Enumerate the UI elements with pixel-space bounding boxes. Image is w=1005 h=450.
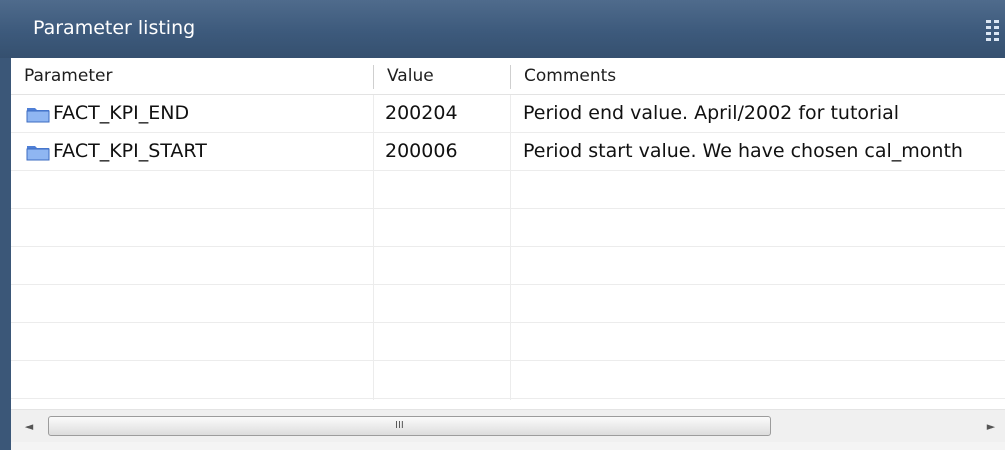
grid-header: Parameter Value Comments <box>11 58 1005 95</box>
horizontal-scrollbar[interactable]: ◄ III ► <box>11 409 1005 442</box>
parameter-value: 200204 <box>385 102 458 124</box>
column-header-parameter[interactable]: Parameter <box>11 58 373 94</box>
column-header-value[interactable]: Value <box>374 58 510 94</box>
parameter-name: FACT_KPI_START <box>53 140 207 162</box>
folder-icon <box>26 146 50 161</box>
folder-icon <box>26 108 50 123</box>
empty-row <box>11 323 1005 361</box>
empty-row <box>11 171 1005 209</box>
column-header-comments[interactable]: Comments <box>511 58 1005 94</box>
table-row[interactable]: FACT_KPI_START 200006 Period start value… <box>11 133 1005 171</box>
parameter-grid: Parameter Value Comments FACT_KPI_END 20… <box>11 58 1005 450</box>
window-title: Parameter listing <box>33 17 196 39</box>
empty-row <box>11 361 1005 399</box>
empty-row <box>11 285 1005 323</box>
table-row[interactable]: FACT_KPI_END 200204 Period end value. Ap… <box>11 95 1005 133</box>
parameter-comment: Period end value. April/2002 for tutoria… <box>523 102 900 124</box>
parameter-listing-window: Parameter listing Parameter Value Commen… <box>0 0 1005 450</box>
parameter-name: FACT_KPI_END <box>53 102 190 124</box>
bottom-strip <box>11 442 1005 450</box>
scrollbar-grip: III <box>395 420 404 431</box>
parameter-value: 200006 <box>385 140 458 162</box>
panel-grip-icon[interactable] <box>986 20 1000 46</box>
titlebar: Parameter listing <box>0 0 1005 58</box>
scroll-left-button[interactable]: ◄ <box>15 410 43 443</box>
parameter-comment: Period start value. We have chosen cal_m… <box>523 140 963 162</box>
scroll-right-button[interactable]: ► <box>977 410 1005 443</box>
empty-row <box>11 247 1005 285</box>
empty-row <box>11 209 1005 247</box>
scrollbar-thumb[interactable]: III <box>48 416 771 436</box>
